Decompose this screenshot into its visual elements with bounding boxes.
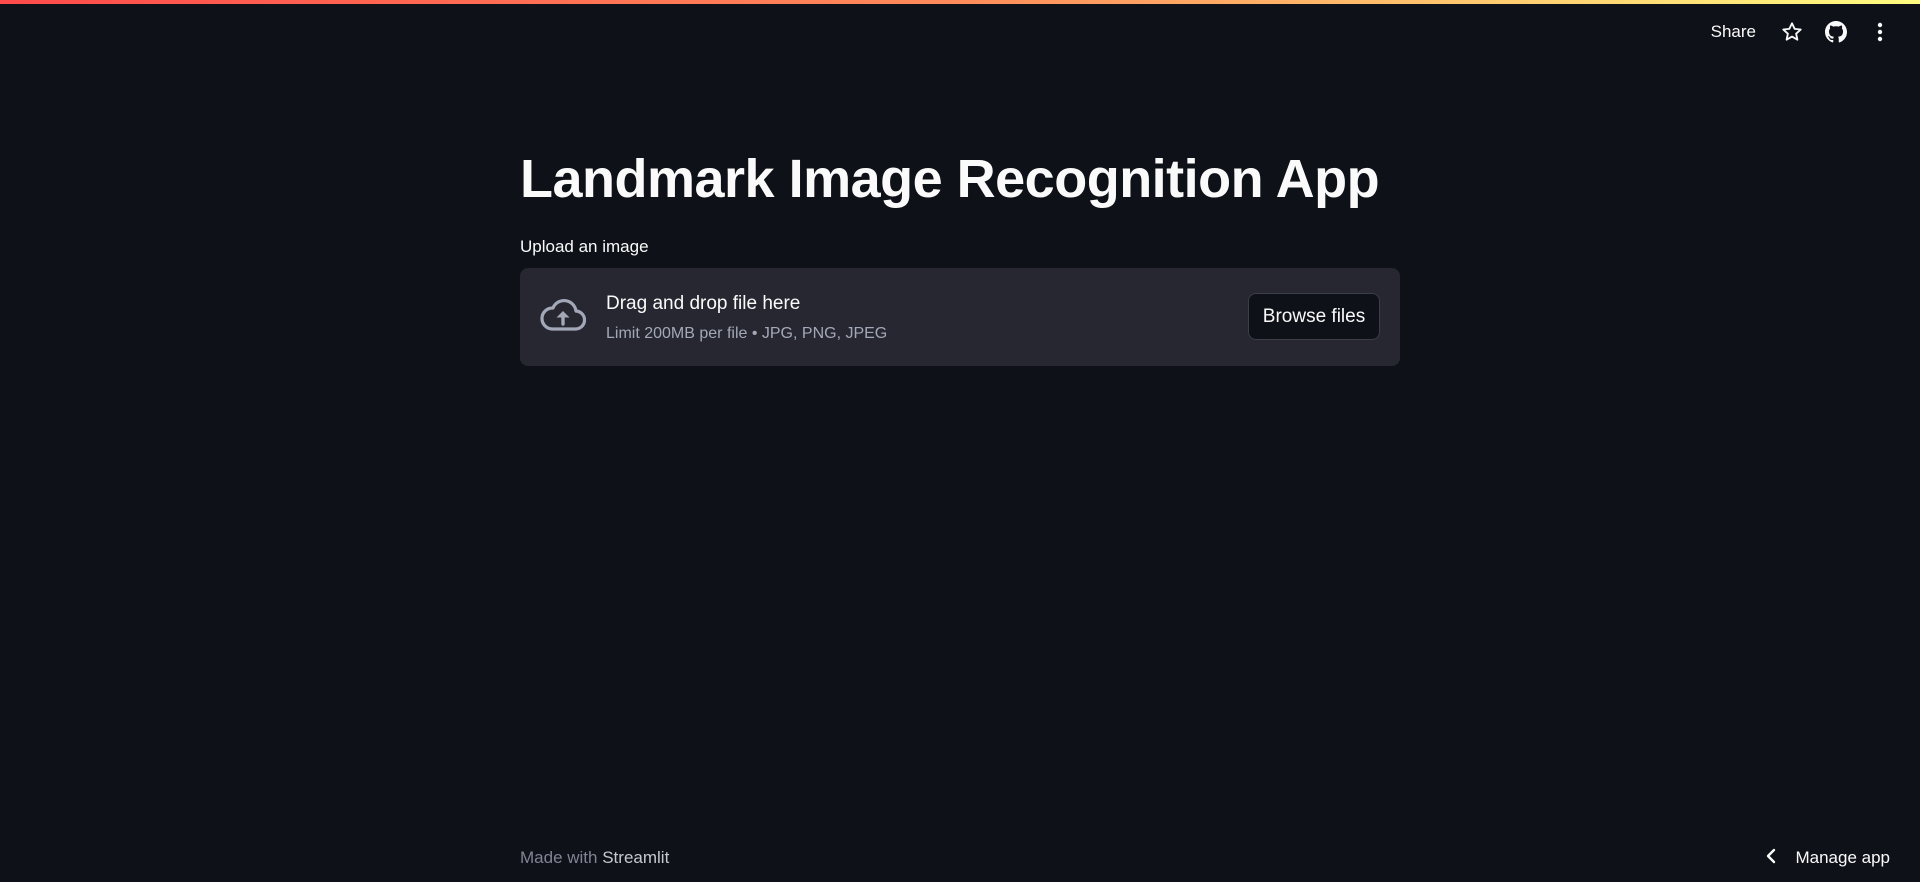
footer-brand-link[interactable]: Streamlit (602, 848, 669, 867)
browse-files-button[interactable]: Browse files (1248, 293, 1380, 340)
github-icon[interactable] (1814, 14, 1858, 50)
share-button[interactable]: Share (1697, 16, 1770, 48)
uploader-label: Upload an image (520, 237, 649, 256)
footer-made-with: Made with (520, 848, 598, 867)
chevron-left-icon (1765, 847, 1777, 870)
top-toolbar: Share (1697, 14, 1902, 50)
cloud-upload-icon (540, 298, 587, 339)
footer: Made with Streamlit (520, 848, 669, 868)
manage-app-button[interactable]: Manage app (1765, 840, 1890, 876)
header-decoration-bar (0, 0, 1920, 4)
star-icon[interactable] (1770, 14, 1814, 50)
dropzone-instructions: Drag and drop file here (606, 293, 801, 314)
manage-app-label: Manage app (1795, 848, 1890, 867)
more-vertical-icon[interactable] (1858, 14, 1902, 50)
dropzone-limit-text: Limit 200MB per file • JPG, PNG, JPEG (606, 325, 888, 342)
file-dropzone[interactable]: Drag and drop file here Limit 200MB per … (520, 268, 1400, 366)
page-title: Landmark Image Recognition App (520, 149, 1380, 209)
